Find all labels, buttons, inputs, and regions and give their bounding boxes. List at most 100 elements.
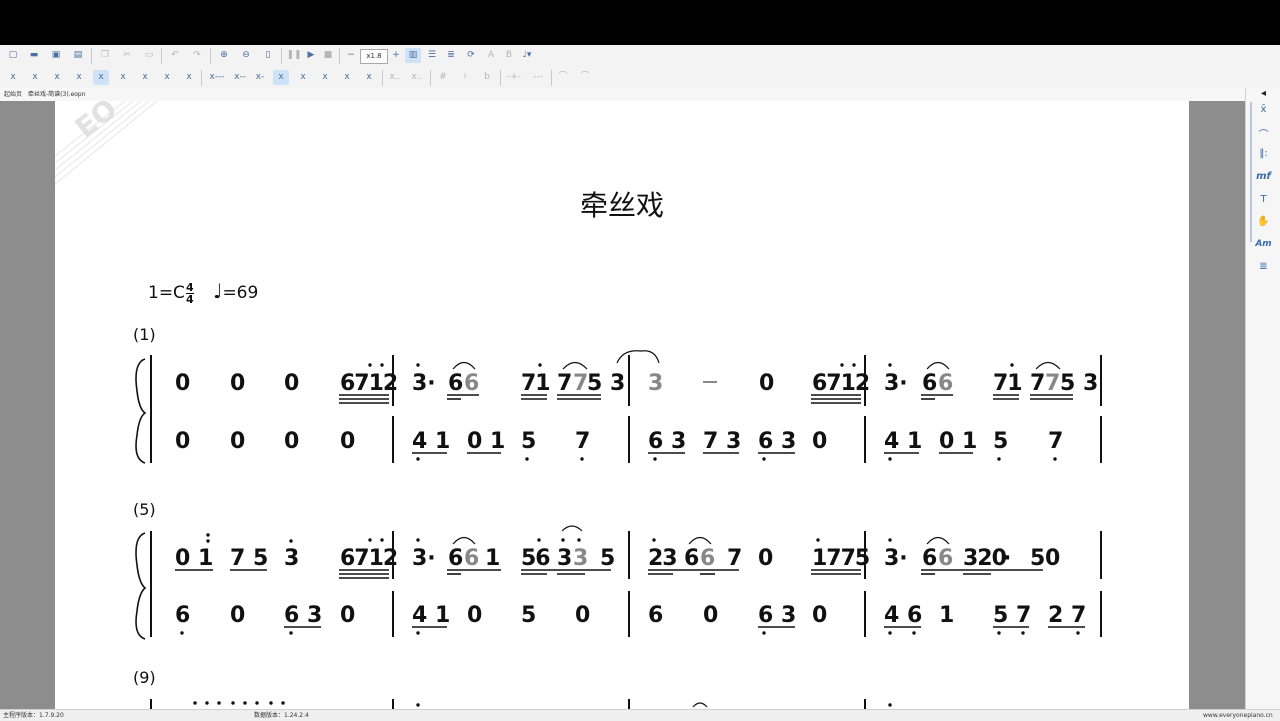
underline-button-1[interactable]: x (273, 70, 289, 85)
plus-icon[interactable]: + (388, 48, 404, 63)
cut-icon[interactable]: ✂ (119, 48, 135, 63)
svg-text:0 1: 0 1 (467, 429, 505, 454)
svg-text:6: 6 (648, 603, 663, 628)
flat-button[interactable]: b (479, 70, 495, 85)
svg-text:5 7: 5 7 (993, 603, 1031, 628)
svg-text:4 1: 4 1 (884, 429, 922, 454)
metronome-icon[interactable]: ♩▾ (519, 48, 535, 63)
sharp-button[interactable]: # (435, 70, 451, 85)
pause-icon[interactable]: ❚❚ (286, 48, 302, 63)
underline-button-5[interactable]: x (361, 70, 377, 85)
rows-icon[interactable]: ☰ (424, 48, 440, 63)
paste-icon[interactable]: ▭ (141, 48, 157, 63)
zoom-out-icon[interactable]: ⊖ (238, 48, 254, 63)
tie-line-button-2[interactable]: --- (528, 70, 548, 85)
svg-text:4 1: 4 1 (412, 429, 450, 454)
svg-text:0: 0 (230, 371, 245, 396)
black-top-bar (0, 0, 1280, 45)
underline-button-3[interactable]: x (317, 70, 333, 85)
new-file-icon[interactable]: ▢ (5, 48, 21, 63)
zoom-in-icon[interactable]: ⊕ (216, 48, 232, 63)
note-duration-button-8[interactable]: x (159, 70, 175, 85)
panel-scroll-indicator (1250, 102, 1252, 242)
svg-text:0: 0 (1045, 546, 1060, 571)
svg-text:6 3: 6 3 (284, 603, 322, 628)
fit-page-icon[interactable]: ▯ (260, 48, 276, 63)
svg-text:0: 0 (812, 603, 827, 628)
letter-b-icon[interactable]: B (501, 48, 517, 63)
note-duration-button-1[interactable]: x (5, 70, 21, 85)
indent-icon[interactable]: ≣ (1246, 261, 1280, 272)
svg-text:0: 0 (812, 429, 827, 454)
note-duration-button-6[interactable]: x (115, 70, 131, 85)
play-icon[interactable]: ▶ (303, 48, 319, 63)
dotted-button-1[interactable]: x.. (387, 70, 403, 85)
home-tab[interactable]: 起始页 (4, 88, 22, 101)
save-icon[interactable]: ▣ (48, 48, 64, 63)
svg-text:5: 5 (521, 429, 536, 454)
layout-icon[interactable]: ▥ (405, 48, 421, 63)
staff-icon[interactable]: ≣ (443, 48, 459, 63)
svg-text:3: 3 (573, 546, 588, 571)
svg-text:6712: 6712 (340, 546, 397, 571)
dash-button-3[interactable]: x- (252, 70, 268, 85)
note-duration-button-5[interactable]: x (93, 70, 109, 85)
note-duration-button-3[interactable]: x (49, 70, 65, 85)
svg-text:6712: 6712 (340, 371, 397, 396)
svg-text:6: 6 (922, 546, 937, 571)
svg-text:4 6: 4 6 (884, 603, 922, 628)
svg-text:0: 0 (575, 603, 590, 628)
note-duration-button-4[interactable]: x (71, 70, 87, 85)
minus-icon[interactable]: − (343, 48, 359, 63)
brace (135, 532, 147, 640)
refresh-icon[interactable]: ⟳ (463, 48, 479, 63)
svg-text:7: 7 (727, 546, 742, 571)
website-link[interactable]: www.everyonepiano.cn (1203, 710, 1273, 721)
svg-text:7 5: 7 5 (230, 546, 268, 571)
svg-text:2 7: 2 7 (1048, 603, 1086, 628)
redo-icon[interactable]: ↷ (189, 48, 205, 63)
dash-button-1[interactable]: x--- (206, 70, 228, 85)
svg-text:0 1: 0 1 (939, 429, 977, 454)
underline-button-2[interactable]: x (295, 70, 311, 85)
open-folder-icon[interactable]: ▬ (26, 48, 42, 63)
svg-text:71: 71 (993, 371, 1022, 396)
system-5: 0 1 7 5 3 6712 3· 6 6 1 56 335 23 667 0 177… (135, 525, 1102, 640)
svg-text:320: 320 (963, 546, 1007, 571)
note-duration-button-9[interactable]: x (181, 70, 197, 85)
svg-text:1775: 1775 (812, 546, 869, 571)
undo-icon[interactable]: ↶ (167, 48, 183, 63)
svg-text:6: 6 (448, 371, 463, 396)
slur-button-1[interactable]: ⌒ (555, 70, 571, 85)
document-tab-bar: 起始页 牵丝戏-简谱(3).eopn (0, 88, 1280, 102)
svg-text:3·: 3· (884, 371, 908, 396)
natural-button[interactable]: ♮ (457, 70, 473, 85)
letter-a-icon[interactable]: A (483, 48, 499, 63)
svg-text:0: 0 (230, 603, 245, 628)
slur-button-2[interactable]: ⌒ (577, 70, 593, 85)
dotted-button-2[interactable]: x.. (409, 70, 425, 85)
zoom-level-box[interactable]: x1.8 (360, 49, 388, 64)
svg-text:6: 6 (684, 546, 699, 571)
svg-text:3·: 3· (412, 371, 436, 396)
svg-text:3: 3 (1083, 371, 1098, 396)
copy-icon[interactable]: ❐ (97, 48, 113, 63)
svg-text:6: 6 (922, 371, 937, 396)
svg-text:0: 0 (175, 371, 190, 396)
file-tab[interactable]: 牵丝戏-简谱(3).eopn (28, 88, 86, 101)
svg-text:6 3: 6 3 (648, 429, 686, 454)
print-icon[interactable]: ▤ (70, 48, 86, 63)
note-duration-button-2[interactable]: x (27, 70, 43, 85)
score-page[interactable]: EO 牵丝戏 1=C 4 4 ♩=69 (1) (5) (9) 0 0 0 6712 (55, 101, 1189, 709)
svg-text:7: 7 (575, 429, 590, 454)
svg-text:6712: 6712 (812, 371, 869, 396)
note-duration-button-7[interactable]: x (137, 70, 153, 85)
program-version: 主程序版本：1.7.9.20 (3, 712, 64, 719)
underline-button-4[interactable]: x (339, 70, 355, 85)
status-bar: 主程序版本：1.7.9.20 数据版本：1.24.2.4 www.everyon… (0, 709, 1280, 721)
arrow-left-icon[interactable]: ◂ (1246, 88, 1280, 99)
dash-button-2[interactable]: x-- (231, 70, 249, 85)
tie-line-button-1[interactable]: -+- (504, 70, 524, 85)
stop-icon[interactable]: ■ (320, 48, 336, 63)
svg-text:3: 3 (610, 371, 625, 396)
